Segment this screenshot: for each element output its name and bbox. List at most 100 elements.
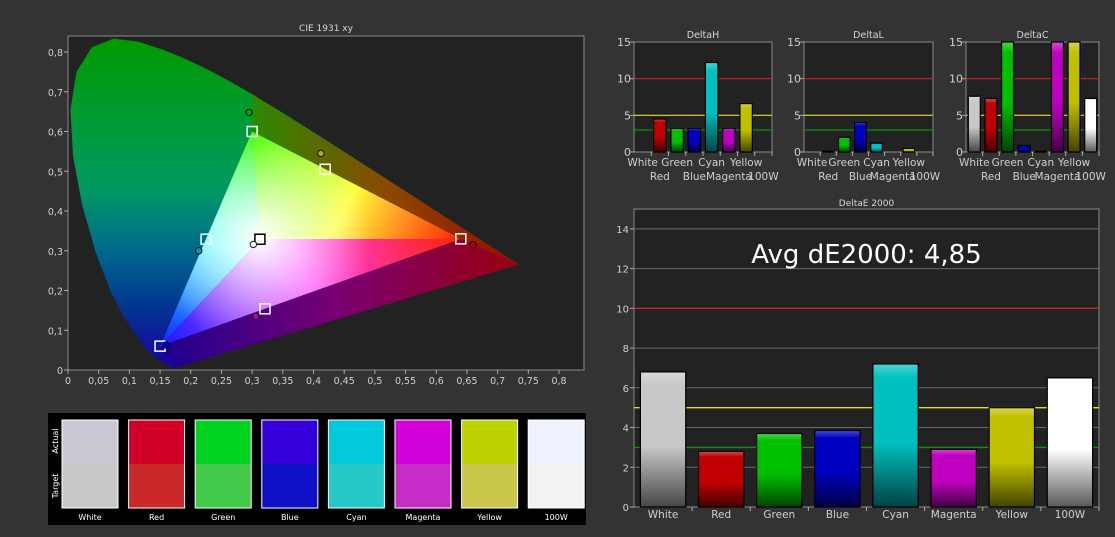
chart-deltah: DeltaH051015WhiteRedGreenBlueCyanMagenta… bbox=[617, 30, 779, 183]
bar-blue bbox=[854, 122, 867, 153]
swatch-actual bbox=[395, 420, 451, 464]
x-tick-label: 0,55 bbox=[395, 376, 416, 387]
x-tick-label: Magenta bbox=[1035, 171, 1081, 183]
y-tick-label: 10 bbox=[616, 304, 629, 315]
x-tick-label: 0,7 bbox=[490, 376, 505, 387]
bar-green bbox=[837, 136, 851, 153]
x-tick-label: Blue bbox=[1013, 171, 1036, 183]
x-tick-label: Yellow bbox=[892, 157, 926, 169]
bar-magenta bbox=[930, 448, 977, 508]
y-tick-label: 12 bbox=[616, 265, 629, 276]
chart-title: DeltaC bbox=[1017, 30, 1049, 41]
x-tick-label: Yellow bbox=[1057, 157, 1091, 169]
measured-point-white bbox=[249, 240, 258, 249]
y-tick-label: 15 bbox=[949, 36, 963, 49]
swatch-actual bbox=[62, 420, 118, 464]
y-tick-label: 5 bbox=[624, 109, 631, 122]
x-tick-label: Green bbox=[661, 157, 693, 169]
swatch-label: Cyan bbox=[346, 513, 366, 522]
x-tick-label: 0,1 bbox=[122, 376, 137, 387]
calibration-report: CIE 1931 xy0 0,05 0,1 0,15 0,2 0,25 0,3 0,35 0,4… bbox=[48, 24, 1107, 525]
x-tick-label: Blue bbox=[683, 171, 706, 183]
bar-yellow bbox=[902, 147, 916, 153]
chart-title: DeltaH bbox=[687, 30, 720, 41]
swatch-actual bbox=[328, 420, 385, 464]
swatch-actual bbox=[261, 420, 318, 464]
swatch-target bbox=[62, 464, 118, 508]
bar-cyan bbox=[872, 363, 919, 508]
bar-yellow bbox=[1067, 41, 1081, 153]
y-tick-label: 0 bbox=[623, 503, 629, 514]
bar-green bbox=[670, 127, 684, 153]
swatch-label: Magenta bbox=[406, 513, 441, 522]
swatch-red: Red bbox=[128, 419, 186, 522]
y-tick-label: 0,2 bbox=[48, 287, 63, 298]
chart-deltal: DeltaL051015WhiteRedGreenBlueCyanMagenta… bbox=[787, 30, 941, 183]
x-tick-label: Yellow bbox=[729, 157, 763, 169]
measured-point-magenta bbox=[252, 312, 260, 321]
x-tick-label: 0,35 bbox=[272, 376, 293, 387]
x-tick-label: Yellow bbox=[995, 509, 1029, 521]
y-tick-label: 0,1 bbox=[48, 326, 63, 337]
x-tick-label: White bbox=[627, 157, 658, 169]
measured-point-green bbox=[245, 108, 253, 117]
y-tick-label: 0,4 bbox=[48, 207, 63, 218]
bar-green bbox=[1000, 41, 1015, 153]
chart-title: DeltaL bbox=[853, 30, 884, 41]
bar-yellow bbox=[739, 102, 753, 153]
y-tick-label: 0,3 bbox=[48, 247, 63, 258]
bar-red bbox=[984, 97, 998, 153]
x-tick-label: 0,65 bbox=[456, 376, 477, 387]
bar-blue bbox=[687, 127, 702, 153]
swatch-target bbox=[461, 464, 518, 508]
x-tick-label: Red bbox=[650, 171, 670, 183]
swatch-100w: 100W bbox=[527, 419, 585, 522]
swatch-target bbox=[195, 464, 252, 508]
bar-magenta bbox=[722, 127, 736, 153]
swatch-label: Red bbox=[149, 513, 164, 522]
bar-red bbox=[821, 150, 835, 153]
bar-cyan bbox=[704, 61, 719, 153]
color-swatches-panel: Actual Target White Red Green Blue Cyan Magenta… bbox=[48, 413, 586, 525]
x-tick-label: 0,8 bbox=[551, 376, 566, 387]
y-tick-label: 0,7 bbox=[48, 88, 63, 99]
x-tick-label: Green bbox=[992, 157, 1024, 169]
y-tick-label: 5 bbox=[794, 109, 801, 122]
y-tick-label: 15 bbox=[617, 36, 631, 49]
x-tick-label: White bbox=[959, 157, 990, 169]
swatch-label: Blue bbox=[281, 513, 299, 522]
x-tick-label: Red bbox=[981, 171, 1001, 183]
x-tick-label: 0,3 bbox=[245, 376, 260, 387]
y-tick-label: 10 bbox=[617, 73, 631, 86]
swatch-target bbox=[395, 464, 451, 508]
bar-green bbox=[756, 432, 803, 508]
y-tick-label: 14 bbox=[616, 225, 629, 236]
chart-title: DeltaE 2000 bbox=[839, 199, 895, 209]
chart-deltac: DeltaC051015WhiteRedGreenBlueCyanMagenta… bbox=[949, 30, 1107, 183]
avg-de-annotation: Avg dE2000: 4,85 bbox=[751, 240, 981, 270]
measured-point-cyan bbox=[195, 247, 203, 255]
x-tick-label: 0,4 bbox=[306, 376, 321, 387]
bar-white bbox=[639, 371, 687, 508]
x-tick-label: Cyan bbox=[863, 157, 890, 169]
swatch-magenta: Magenta bbox=[394, 419, 452, 522]
x-tick-label: Green bbox=[828, 157, 860, 169]
x-tick-label: White bbox=[648, 509, 679, 521]
bar-yellow bbox=[988, 407, 1036, 508]
x-tick-label: Cyan bbox=[882, 509, 909, 521]
measured-point-red bbox=[469, 241, 477, 249]
y-tick-label: 4 bbox=[623, 424, 629, 435]
swatch-target bbox=[528, 464, 585, 508]
y-tick-label: 0,6 bbox=[48, 128, 63, 139]
y-tick-label: 2 bbox=[623, 463, 629, 474]
x-tick-label: Cyan bbox=[698, 157, 725, 169]
y-tick-label: 0,5 bbox=[48, 167, 63, 178]
y-tick-label: 0,8 bbox=[48, 48, 63, 59]
y-tick-label: 10 bbox=[787, 73, 801, 86]
x-tick-label: 0 bbox=[65, 376, 71, 387]
x-tick-label: Blue bbox=[826, 509, 849, 521]
swatch-label: Yellow bbox=[476, 513, 502, 522]
chart-deltae-2000: DeltaE 2000 0 2 4 6 8 10 12 14 White Red Green Blue C… bbox=[616, 199, 1100, 521]
swatch-label: 100W bbox=[545, 513, 568, 522]
actual-label: Actual bbox=[51, 428, 60, 453]
